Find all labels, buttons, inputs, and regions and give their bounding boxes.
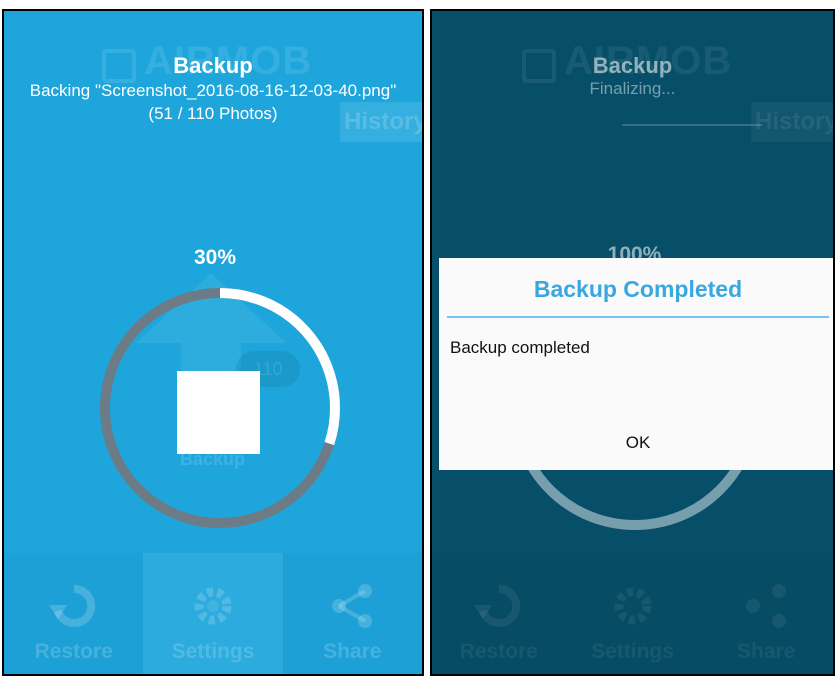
- page-title: Backup: [173, 53, 253, 78]
- nav-settings-label: Settings: [591, 640, 674, 663]
- nav-settings[interactable]: Settings: [143, 553, 283, 674]
- backup-status: Finalizing...: [589, 79, 676, 98]
- dialog-title: Backup Completed: [533, 276, 743, 302]
- nav-settings[interactable]: Settings: [566, 553, 700, 674]
- bottom-nav: Restore Settings Share: [4, 553, 422, 674]
- progress-percent: 30%: [193, 246, 237, 269]
- backup-completed-screen: AIRMOB History Backup Finalizing... 100%…: [430, 9, 835, 676]
- nav-restore-label: Restore: [459, 640, 538, 663]
- nav-share-label: Share: [323, 640, 382, 663]
- finalize-progress-line: [622, 124, 762, 126]
- nav-restore[interactable]: Restore: [4, 553, 143, 674]
- page-title: Backup: [592, 53, 673, 78]
- nav-share[interactable]: Share: [283, 553, 422, 674]
- history-button[interactable]: History: [751, 102, 833, 142]
- restore-icon: [48, 584, 95, 627]
- nav-restore-label: Restore: [34, 640, 113, 663]
- nav-settings-label: Settings: [171, 640, 255, 663]
- ok-button[interactable]: OK: [439, 422, 833, 464]
- share-icon: [746, 584, 787, 628]
- gear-icon: [194, 587, 232, 625]
- nav-restore[interactable]: Restore: [432, 553, 566, 674]
- dialog-divider: [447, 316, 829, 318]
- backup-status-file: Backing "Screenshot_2016-08-16-12-03-40.…: [29, 81, 397, 100]
- share-icon: [332, 584, 373, 628]
- stop-backup-button[interactable]: [177, 371, 260, 454]
- nav-share[interactable]: Share: [699, 553, 833, 674]
- backup-completed-dialog: Backup Completed Backup completed OK: [439, 258, 833, 470]
- storage-info-placeholder: [10, 123, 320, 137]
- backup-status-count: (51 / 110 Photos): [148, 104, 278, 123]
- restore-icon: [473, 584, 521, 627]
- backup-in-progress-screen: AIRMOB History Backup Backing "Screensho…: [2, 9, 424, 676]
- dialog-message: Backup completed: [450, 338, 590, 357]
- gear-icon: [614, 587, 651, 625]
- bottom-nav: Restore Settings Share: [432, 553, 833, 674]
- nav-share-label: Share: [736, 640, 796, 663]
